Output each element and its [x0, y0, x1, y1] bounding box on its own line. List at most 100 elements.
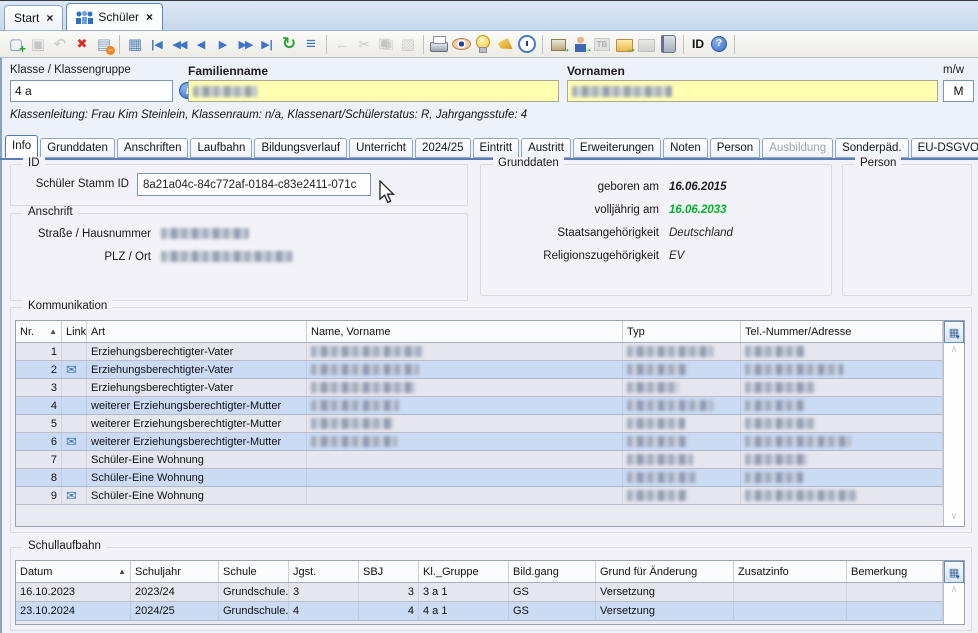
tab-close-icon[interactable]: × — [46, 11, 53, 25]
tab-laufbahn[interactable]: Laufbahn — [190, 138, 252, 158]
person-group: Person — [842, 164, 972, 296]
table-row[interactable]: 9✉Schüler-Eine Wohnung — [16, 487, 943, 505]
table-row[interactable]: 16.10.20232023/24Grundschule...333 a 1GS… — [16, 583, 943, 602]
next-fast-icon[interactable] — [234, 33, 256, 55]
help-icon[interactable] — [708, 33, 730, 55]
table-cell — [307, 469, 623, 486]
table-cell — [307, 343, 623, 360]
column-header[interactable]: Datum▲ — [16, 561, 131, 582]
tab-anschriften[interactable]: Anschriften — [117, 138, 189, 158]
table-cell: Schüler-Eine Wohnung — [87, 487, 307, 504]
table-row[interactable]: 1Erziehungsberechtigter-Vater — [16, 343, 943, 361]
table-row[interactable]: 7Schüler-Eine Wohnung — [16, 451, 943, 469]
tab-person[interactable]: Person — [710, 138, 760, 158]
lightbulb-icon[interactable] — [472, 33, 494, 55]
column-header[interactable]: Schuljahr — [131, 561, 219, 582]
table-cell — [734, 583, 847, 601]
table-cell — [307, 379, 623, 396]
anschrift-group: Anschrift Straße / HausnummerPLZ / Ort — [10, 213, 468, 301]
new-record-icon[interactable] — [5, 33, 27, 55]
scroll-up-icon[interactable]: ∧ — [944, 583, 964, 599]
column-header[interactable]: Zusatzinfo — [734, 561, 847, 582]
export-student-icon[interactable] — [569, 33, 591, 55]
column-header[interactable]: Bild.gang — [509, 561, 596, 582]
column-header[interactable]: Art — [87, 321, 307, 342]
tab-erweiterungen[interactable]: Erweiterungen — [573, 138, 661, 158]
tab-bildungsverlauf[interactable]: Bildungsverlauf — [254, 138, 347, 158]
mw-input[interactable] — [943, 80, 974, 102]
column-header[interactable]: Jgst. — [289, 561, 359, 582]
table-row[interactable]: 4weiterer Erziehungsberechtigter-Mutter — [16, 397, 943, 415]
cut-icon — [353, 33, 375, 55]
field-chooser-icon[interactable] — [944, 321, 964, 343]
vornamen-field[interactable] — [567, 80, 938, 102]
column-header[interactable]: Link — [62, 321, 87, 342]
tab-close-icon[interactable]: × — [146, 10, 153, 24]
table-grid: Nr.▲LinkArtName, VornameTypTel.-Nummer/A… — [16, 321, 943, 526]
column-header[interactable]: SBJ — [359, 561, 419, 582]
delete-record-icon[interactable] — [71, 33, 93, 55]
tab-austritt[interactable]: Austritt — [521, 138, 571, 158]
eye-icon[interactable] — [450, 33, 472, 55]
column-header[interactable]: Kl._Gruppe — [419, 561, 509, 582]
export-folder-icon[interactable] — [613, 33, 635, 55]
table-cell: ✉ — [62, 361, 87, 378]
column-header[interactable]: Grund für Änderung — [596, 561, 734, 582]
field-chooser-icon[interactable] — [944, 561, 964, 583]
window-tab-schüler[interactable]: Schüler× — [66, 3, 163, 30]
report-book-icon[interactable] — [657, 33, 679, 55]
column-header[interactable]: Schule — [219, 561, 289, 582]
list-view-icon[interactable] — [300, 33, 322, 55]
redacted-value — [311, 418, 393, 429]
tab-unterricht[interactable]: Unterricht — [349, 138, 413, 158]
table-cell — [307, 397, 623, 414]
redacted-value — [745, 346, 805, 357]
tab-eu-dsgvo[interactable]: EU-DSGVO — [911, 138, 978, 158]
column-header[interactable]: Nr.▲ — [16, 321, 62, 342]
table-row[interactable]: 23.10.20242024/25Grundschule...444 a 1GS… — [16, 602, 943, 621]
table-row[interactable]: 6✉weiterer Erziehungsberechtigter-Mutter — [16, 433, 943, 451]
table-row[interactable]: 3Erziehungsberechtigter-Vater — [16, 379, 943, 397]
tab-sonderp-d-[interactable]: Sonderpäd. — [835, 138, 908, 158]
tab-info[interactable]: Info — [5, 135, 38, 158]
column-header-label: SBJ — [363, 566, 383, 578]
window-tab-start[interactable]: Start× — [4, 5, 63, 30]
scrollbar-track[interactable]: ∧ — [944, 583, 964, 624]
klasse-input[interactable] — [10, 80, 173, 102]
export-box-icon[interactable] — [547, 33, 569, 55]
last-record-icon[interactable] — [256, 33, 278, 55]
bell-icon[interactable] — [494, 33, 516, 55]
column-header[interactable]: Name, Vorname — [307, 321, 623, 342]
table-row[interactable]: 8Schüler-Eine Wohnung — [16, 469, 943, 487]
id-button[interactable]: ID — [688, 33, 708, 55]
table-cell: GS — [509, 602, 596, 620]
mw-label: m/w — [943, 64, 964, 76]
table-cell — [307, 415, 623, 432]
redacted-value — [627, 490, 687, 501]
tab-noten[interactable]: Noten — [663, 138, 708, 158]
tab-eintritt[interactable]: Eintritt — [473, 138, 520, 158]
previous-fast-icon[interactable] — [168, 33, 190, 55]
table-cell — [62, 343, 87, 360]
datasheet-icon[interactable] — [124, 33, 146, 55]
table-row[interactable]: 5weiterer Erziehungsberechtigter-Mutter — [16, 415, 943, 433]
stamm-id-input[interactable] — [137, 173, 371, 196]
first-record-icon[interactable] — [146, 33, 168, 55]
previous-record-icon[interactable] — [190, 33, 212, 55]
column-header[interactable]: Bemerkung — [847, 561, 943, 582]
table-row[interactable]: 2✉Erziehungsberechtigter-Vater — [16, 361, 943, 379]
print-icon[interactable] — [428, 33, 450, 55]
remove-record-icon[interactable] — [93, 33, 115, 55]
familienname-field[interactable] — [188, 80, 559, 102]
column-header[interactable]: Typ — [623, 321, 741, 342]
alarm-clock-icon[interactable] — [516, 33, 538, 55]
next-record-icon[interactable] — [212, 33, 234, 55]
column-header[interactable]: Tel.-Nummer/Adresse — [741, 321, 943, 342]
refresh-icon[interactable] — [278, 33, 300, 55]
scroll-up-icon[interactable]: ∧ — [944, 343, 964, 359]
redacted-value — [745, 490, 857, 501]
tab-2024-25[interactable]: 2024/25 — [415, 138, 471, 158]
tab-grunddaten[interactable]: Grunddaten — [40, 138, 115, 158]
scrollbar-track[interactable]: ∧∨ — [944, 343, 964, 526]
scroll-down-icon[interactable]: ∨ — [944, 510, 964, 526]
